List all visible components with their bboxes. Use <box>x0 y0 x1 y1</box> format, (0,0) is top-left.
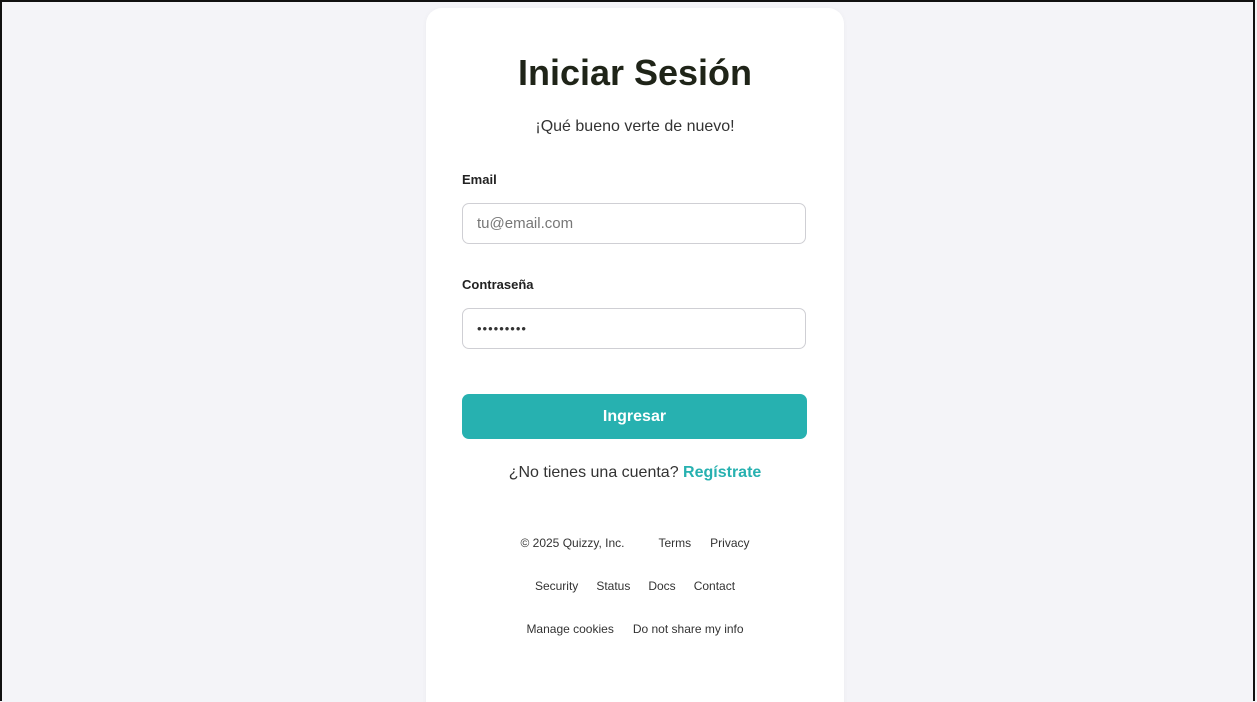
footer-row-2: Security Status Docs Contact <box>426 579 844 593</box>
password-field[interactable] <box>462 308 806 349</box>
email-label: Email <box>462 172 497 187</box>
register-prompt-text: ¿No tienes una cuenta? <box>508 464 679 481</box>
footer-link-manage-cookies[interactable]: Manage cookies <box>526 622 613 636</box>
footer-row-3: Manage cookies Do not share my info <box>426 622 844 636</box>
footer-link-do-not-share[interactable]: Do not share my info <box>633 622 744 636</box>
footer-link-privacy[interactable]: Privacy <box>710 536 749 550</box>
footer-link-docs[interactable]: Docs <box>648 579 675 593</box>
email-field[interactable] <box>462 203 806 244</box>
login-submit-button[interactable]: Ingresar <box>462 394 807 439</box>
welcome-subtitle: ¡Qué bueno verte de nuevo! <box>535 118 735 135</box>
password-label: Contraseña <box>462 277 534 292</box>
register-link[interactable]: Regístrate <box>683 464 761 481</box>
footer-link-status[interactable]: Status <box>596 579 630 593</box>
footer-copyright: © 2025 Quizzy, Inc. <box>520 536 625 550</box>
page-title: Iniciar Sesión <box>517 52 753 93</box>
footer-link-contact[interactable]: Contact <box>694 579 735 593</box>
footer-link-security[interactable]: Security <box>535 579 578 593</box>
footer-row-1: © 2025 Quizzy, Inc. Terms Privacy <box>426 536 844 550</box>
login-card: Iniciar Sesión ¡Qué bueno verte de nuevo… <box>426 8 844 702</box>
register-prompt-line: ¿No tienes una cuenta? Regístrate <box>426 464 844 482</box>
footer-link-terms[interactable]: Terms <box>658 536 691 550</box>
